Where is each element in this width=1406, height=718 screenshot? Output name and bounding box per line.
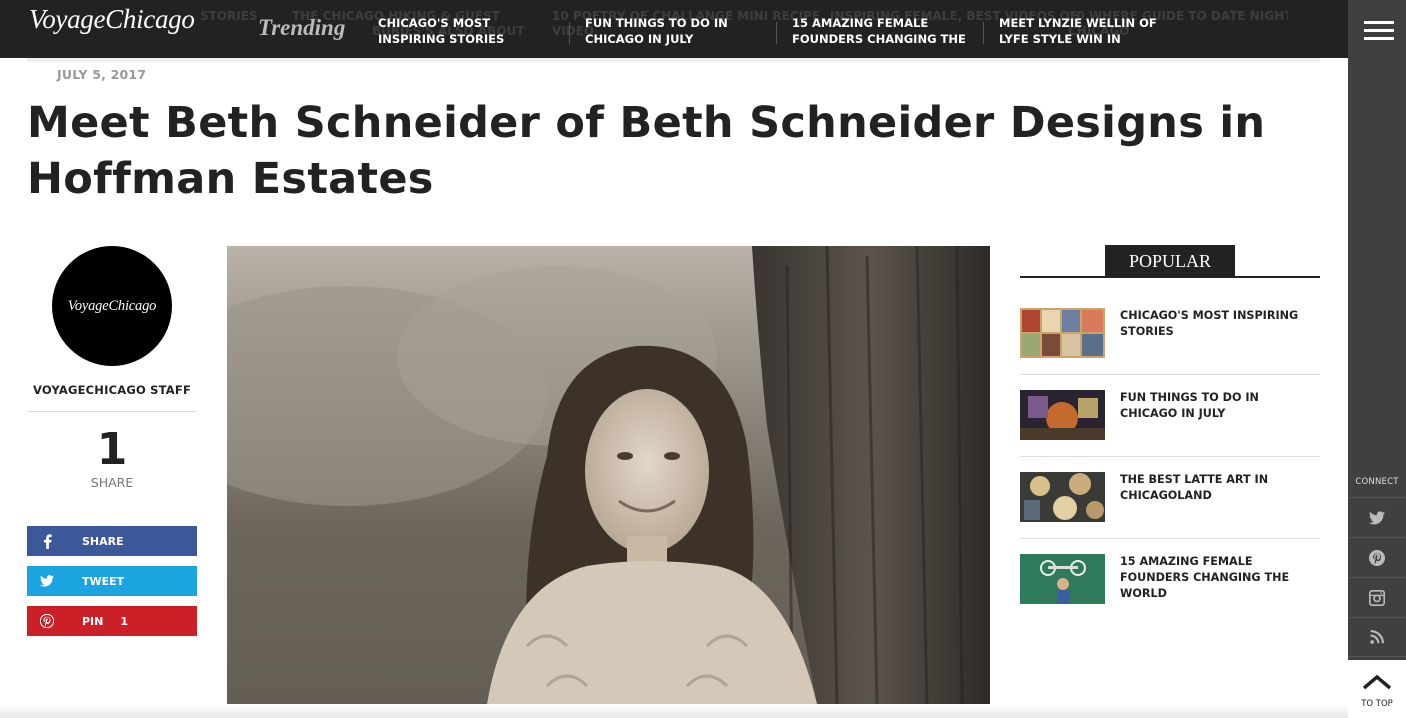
pinterest-icon bbox=[27, 606, 67, 636]
pinterest-link[interactable] bbox=[1348, 537, 1406, 577]
popular-item-thumbnail[interactable] bbox=[1020, 308, 1105, 358]
pinterest-share-label: PIN bbox=[82, 614, 104, 628]
menu-hamburger-icon[interactable] bbox=[1364, 21, 1394, 41]
popular-item-thumbnail[interactable] bbox=[1020, 472, 1105, 522]
author-name[interactable]: VOYAGECHICAGO STAFF bbox=[27, 383, 197, 397]
pinterest-share-count: 1 bbox=[120, 614, 129, 628]
twitter-icon bbox=[27, 566, 67, 596]
facebook-icon bbox=[27, 526, 67, 556]
portrait-image bbox=[227, 246, 990, 704]
popular-item[interactable]: 15 AMAZING FEMALE FOUNDERS CHANGING THE … bbox=[1020, 554, 1320, 636]
popular-divider bbox=[1020, 374, 1320, 375]
twitter-link[interactable] bbox=[1348, 497, 1406, 537]
page-bottom-shadow bbox=[0, 704, 1348, 718]
featured-portrait-photo[interactable] bbox=[227, 246, 990, 704]
share-count: 1 bbox=[96, 424, 128, 475]
trending-item[interactable]: MEET LYNZIE WELLIN OF LYFE STYLE WIN IN bbox=[999, 15, 1164, 47]
popular-item-thumbnail[interactable] bbox=[1020, 390, 1105, 440]
facebook-share-label: SHARE bbox=[82, 534, 124, 548]
trending-divider bbox=[983, 22, 984, 44]
share-count-label: SHARE bbox=[90, 475, 134, 490]
popular-item-title[interactable]: 15 AMAZING FEMALE FOUNDERS CHANGING THE … bbox=[1120, 554, 1318, 602]
connect-label: CONNECT bbox=[1355, 477, 1399, 487]
trending-item[interactable]: FUN THINGS TO DO IN CHICAGO IN JULY bbox=[585, 15, 750, 47]
article-title: Meet Beth Schneider of Beth Schneider De… bbox=[27, 98, 1266, 204]
rss-icon bbox=[1370, 630, 1384, 644]
popular-divider bbox=[1020, 456, 1320, 457]
facebook-share-button[interactable]: SHARE bbox=[27, 526, 197, 556]
ticker-ghost-text: STORIES bbox=[200, 9, 258, 23]
trending-item[interactable]: CHICAGO'S MOST INSPIRING STORIES bbox=[378, 15, 558, 47]
twitter-icon bbox=[1369, 510, 1385, 524]
instagram-link[interactable] bbox=[1348, 577, 1406, 617]
to-top-button[interactable]: TO TOP bbox=[1348, 660, 1406, 718]
trending-divider bbox=[569, 22, 570, 44]
header-divider bbox=[27, 58, 1320, 62]
chevron-up-icon bbox=[1362, 674, 1392, 690]
author-divider bbox=[27, 411, 197, 412]
popular-item-title[interactable]: CHICAGO'S MOST INSPIRING STORIES bbox=[1120, 308, 1318, 340]
site-logo[interactable]: VoyageChicago bbox=[29, 4, 195, 35]
trending-label: Trending bbox=[258, 15, 346, 40]
popular-heading: POPULAR bbox=[1105, 245, 1235, 277]
rss-link[interactable] bbox=[1348, 617, 1406, 657]
pinterest-icon bbox=[1369, 549, 1385, 566]
trending-item[interactable]: 15 AMAZING FEMALE FOUNDERS CHANGING THE bbox=[792, 15, 972, 47]
trending-divider bbox=[776, 22, 777, 44]
twitter-share-button[interactable]: TWEET bbox=[27, 566, 197, 596]
avatar-logo-text: VoyageChicago bbox=[67, 297, 157, 314]
popular-item[interactable]: CHICAGO'S MOST INSPIRING STORIES bbox=[1020, 308, 1320, 390]
popular-item[interactable]: FUN THINGS TO DO IN CHICAGO IN JULY bbox=[1020, 390, 1320, 472]
top-navigation-bar: STORIES THE CHICAGO HIKING & GUEST BURIE… bbox=[0, 0, 1348, 58]
pinterest-share-button[interactable]: PIN 1 bbox=[27, 606, 197, 636]
popular-item[interactable]: THE BEST LATTE ART IN CHICAGOLAND bbox=[1020, 472, 1320, 554]
author-avatar[interactable]: VoyageChicago bbox=[52, 246, 172, 366]
twitter-share-label: TWEET bbox=[82, 574, 125, 588]
popular-item-title[interactable]: FUN THINGS TO DO IN CHICAGO IN JULY bbox=[1120, 390, 1318, 422]
instagram-icon bbox=[1369, 589, 1385, 606]
post-date: JULY 5, 2017 bbox=[57, 67, 147, 82]
popular-item-thumbnail[interactable] bbox=[1020, 554, 1105, 604]
popular-item-title[interactable]: THE BEST LATTE ART IN CHICAGOLAND bbox=[1120, 472, 1318, 504]
to-top-label: TO TOP bbox=[1361, 699, 1393, 709]
popular-divider bbox=[1020, 538, 1320, 539]
